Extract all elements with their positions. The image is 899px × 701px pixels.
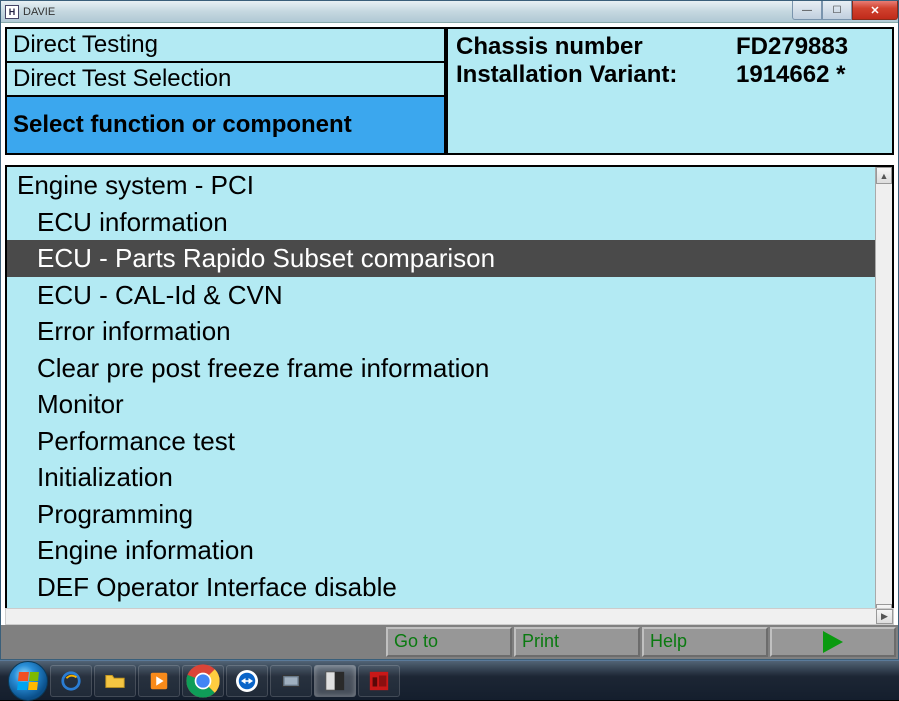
breadcrumb: Direct Testing Direct Test Selection Sel… bbox=[5, 27, 446, 155]
window-controls: — ☐ ✕ bbox=[792, 1, 898, 21]
list-group-header[interactable]: Engine system - PCI bbox=[7, 167, 875, 204]
minimize-button[interactable]: — bbox=[792, 1, 822, 20]
window-title: DAVIE bbox=[23, 6, 55, 18]
titlebar[interactable]: H DAVIE — ☐ ✕ bbox=[1, 1, 898, 23]
header: Direct Testing Direct Test Selection Sel… bbox=[5, 27, 894, 155]
scroll-up-button[interactable]: ▲ bbox=[876, 167, 892, 184]
taskbar-daf-icon[interactable] bbox=[358, 665, 400, 697]
chassis-label: Chassis number bbox=[456, 33, 736, 61]
vertical-scrollbar[interactable]: ▲ ▼ bbox=[875, 167, 892, 621]
list-item[interactable]: Performance test bbox=[7, 423, 875, 460]
horizontal-scrollbar[interactable]: ▶ bbox=[5, 608, 894, 625]
list-item[interactable]: Monitor bbox=[7, 386, 875, 423]
play-icon bbox=[823, 631, 843, 653]
function-list-container: Engine system - PCI ECU information ECU … bbox=[5, 165, 894, 623]
app-body: Direct Testing Direct Test Selection Sel… bbox=[1, 23, 898, 659]
app-icon: H bbox=[5, 5, 19, 19]
breadcrumb-level-1[interactable]: Direct Testing bbox=[5, 27, 446, 61]
taskbar-ie-icon[interactable] bbox=[50, 665, 92, 697]
list-item[interactable]: Engine information bbox=[7, 532, 875, 569]
taskbar-explorer-icon[interactable] bbox=[94, 665, 136, 697]
windows-logo-icon bbox=[17, 672, 39, 690]
taskbar-teamviewer-icon[interactable] bbox=[226, 665, 268, 697]
windows-taskbar[interactable] bbox=[0, 660, 899, 700]
list-item[interactable]: Initialization bbox=[7, 459, 875, 496]
chassis-value: FD279883 bbox=[736, 33, 848, 61]
action-bar: Go to Print Help bbox=[1, 625, 898, 659]
taskbar-diagnostic-app1-icon[interactable] bbox=[270, 665, 312, 697]
teamviewer-icon bbox=[236, 670, 258, 692]
list-item[interactable]: ECU information bbox=[7, 204, 875, 241]
start-button[interactable] bbox=[8, 661, 48, 701]
goto-button[interactable]: Go to bbox=[386, 627, 512, 657]
breadcrumb-level-2[interactable]: Direct Test Selection bbox=[5, 61, 446, 95]
taskbar-chrome-icon[interactable] bbox=[182, 665, 224, 697]
continue-button[interactable] bbox=[770, 627, 896, 657]
taskbar-davie-icon[interactable] bbox=[314, 665, 356, 697]
maximize-button[interactable]: ☐ bbox=[822, 1, 852, 20]
variant-label: Installation Variant: bbox=[456, 61, 736, 89]
list-item[interactable]: ECU - CAL-Id & CVN bbox=[7, 277, 875, 314]
variant-value: 1914662 * bbox=[736, 61, 845, 89]
vehicle-info-panel: Chassis number FD279883 Installation Var… bbox=[446, 27, 894, 155]
scroll-right-button[interactable]: ▶ bbox=[876, 609, 893, 624]
help-button[interactable]: Help bbox=[642, 627, 768, 657]
list-item[interactable]: Clear pre post freeze frame information bbox=[7, 350, 875, 387]
breadcrumb-current: Select function or component bbox=[5, 95, 446, 155]
list-item[interactable]: Programming bbox=[7, 496, 875, 533]
list-item[interactable]: DEF Operator Interface disable bbox=[7, 569, 875, 606]
list-item[interactable]: Error information bbox=[7, 313, 875, 350]
close-button[interactable]: ✕ bbox=[852, 1, 898, 20]
list-item-selected[interactable]: ECU - Parts Rapido Subset comparison bbox=[7, 240, 875, 277]
taskbar-media-player-icon[interactable] bbox=[138, 665, 180, 697]
print-button[interactable]: Print bbox=[514, 627, 640, 657]
function-list[interactable]: Engine system - PCI ECU information ECU … bbox=[7, 167, 875, 621]
app-window: H DAVIE — ☐ ✕ Direct Testing Direct Test… bbox=[0, 0, 899, 660]
